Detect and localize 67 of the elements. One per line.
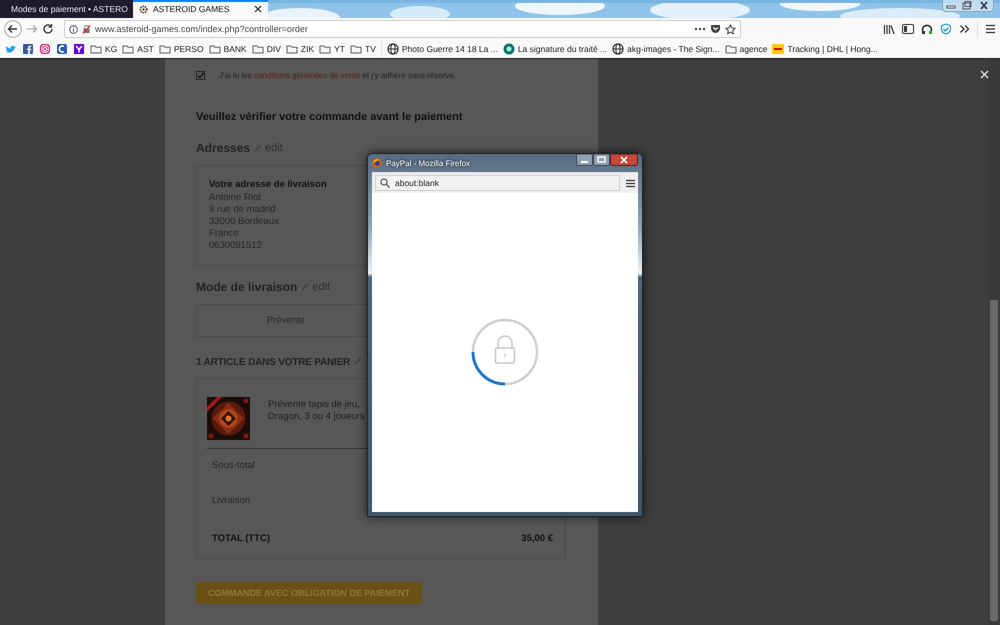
search-icon (380, 178, 390, 188)
card-title: Votre adresse de livraison (209, 179, 327, 190)
bookmark[interactable]: TV (350, 43, 376, 55)
bookmark[interactable]: Photo Guerre 14 18 La ... (386, 43, 498, 55)
summary-value: 35,00 € (521, 532, 553, 544)
minimize-icon[interactable] (576, 154, 593, 166)
crossed-lock-icon (82, 24, 91, 34)
folder-icon (158, 43, 171, 55)
lock-icon (494, 334, 516, 364)
gear-icon (139, 4, 148, 14)
star-icon[interactable] (725, 24, 736, 34)
checkbox[interactable] (196, 70, 205, 80)
bookmark[interactable]: BANK (208, 43, 247, 55)
close-icon[interactable] (254, 5, 262, 13)
bird-icon[interactable] (5, 43, 17, 55)
bookmark[interactable]: AST (122, 43, 154, 55)
address-bar[interactable]: www.asteroid-games.com/index.php?controller=order (64, 20, 741, 38)
pencil-icon (354, 357, 362, 365)
sidebar-icon[interactable] (902, 24, 914, 34)
scroll-thumb[interactable] (990, 300, 998, 621)
scrollbar[interactable] (988, 59, 1000, 625)
more-icon[interactable] (694, 27, 706, 31)
browser-logo-icon (372, 158, 382, 168)
bookmark[interactable]: YT (319, 43, 346, 55)
bookmark[interactable]: Tracking | DHL | Hong... (772, 43, 878, 55)
reload-icon[interactable] (42, 23, 54, 35)
folder-icon (90, 43, 102, 55)
folder-icon (252, 43, 264, 55)
bookmark[interactable]: ZIK (286, 43, 314, 55)
section-heading: Veuillez vérifier votre commande avant le paiement (196, 111, 464, 123)
bookmark[interactable]: agence (724, 43, 768, 55)
chevrons-icon[interactable] (959, 24, 970, 34)
folder-icon (208, 43, 221, 55)
globe-icon (612, 43, 624, 55)
library-icon[interactable] (883, 24, 895, 34)
pocket-icon[interactable] (710, 24, 721, 34)
bookmark[interactable]: KG (90, 43, 118, 55)
camera-icon[interactable] (39, 43, 51, 55)
stripe-icon (772, 43, 784, 55)
menu-icon[interactable] (985, 24, 996, 34)
shield-icon[interactable] (940, 23, 952, 35)
window-title: PayPal - Mozilla Firefox (386, 158, 470, 168)
sync-icon[interactable] (921, 23, 933, 35)
circle-icon (502, 43, 515, 55)
close-icon[interactable] (610, 154, 638, 166)
summary-label: TOTAL (TTC) (212, 532, 270, 544)
maximize-icon[interactable] (593, 154, 610, 166)
info-icon[interactable] (69, 24, 78, 34)
folder-icon (286, 43, 298, 55)
address-field[interactable]: about:blank (375, 175, 620, 191)
folder-icon (350, 43, 362, 55)
bookmark[interactable]: DIV (252, 43, 281, 55)
product-name: Prévente tapis de jeu, Dragon, 3 ou 4 joueurs (268, 398, 366, 424)
square-icon[interactable] (22, 43, 34, 55)
browser-tab[interactable]: ASTEROID GAMES (133, 0, 268, 18)
bookmark[interactable]: PERSO (158, 43, 204, 55)
menu-icon[interactable] (626, 178, 635, 188)
browser-tab[interactable]: Modes de paiement • ASTERO (0, 0, 133, 18)
folder-icon (122, 43, 134, 55)
square-icon[interactable] (73, 43, 85, 55)
globe-icon (386, 43, 399, 55)
url-text: www.asteroid-games.com/index.php?controller=order (95, 24, 309, 34)
bookmark[interactable]: akg-images - The Sign... (612, 43, 720, 55)
folder-icon (319, 43, 332, 55)
back-icon[interactable] (4, 20, 22, 38)
bookmark[interactable]: La signature du traité ... (502, 43, 608, 55)
folder-icon (724, 43, 737, 55)
